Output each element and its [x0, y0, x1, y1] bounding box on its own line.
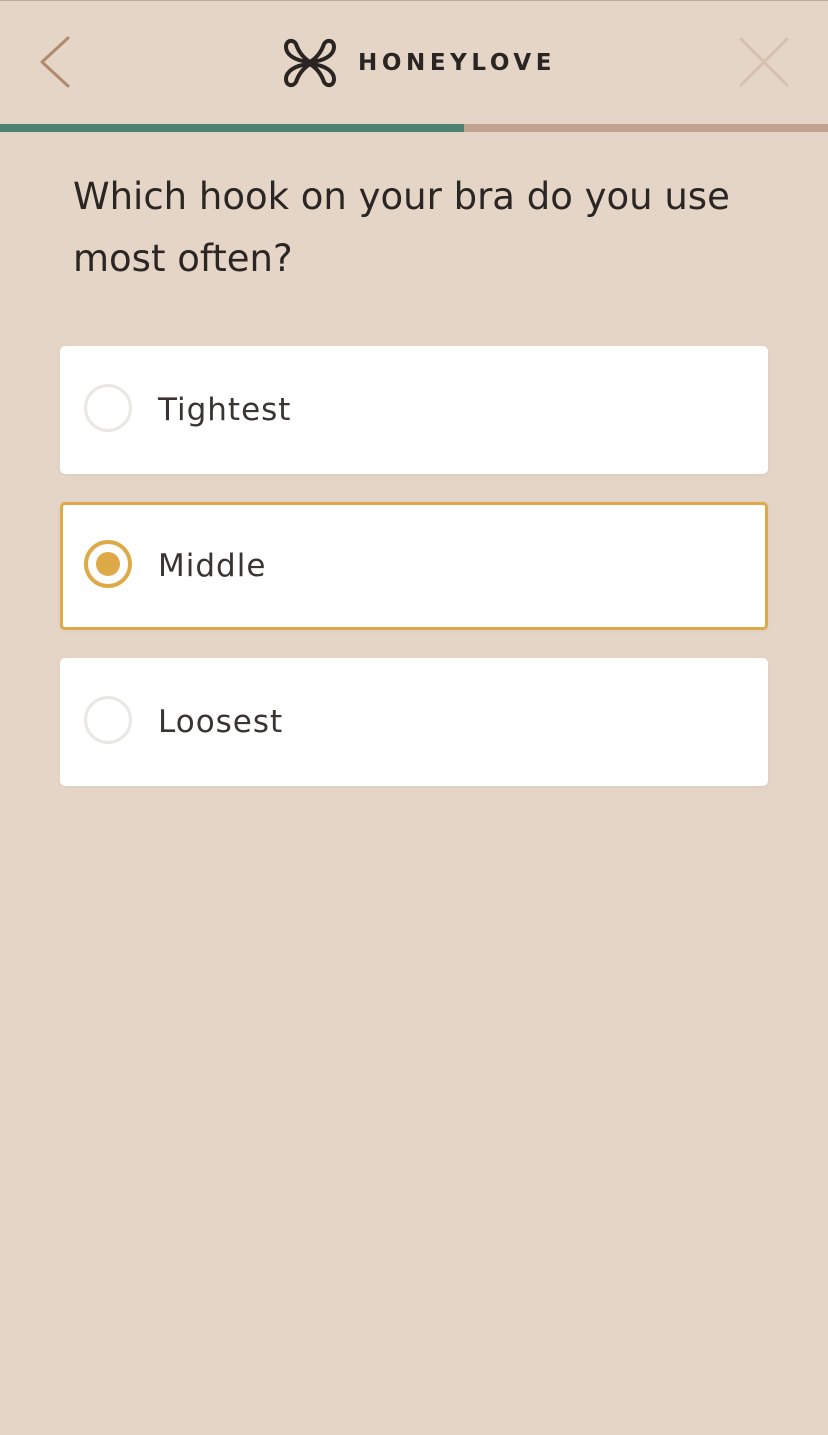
brand-logo: HONEYLOVE — [282, 36, 556, 90]
honeylove-logo-icon — [284, 38, 336, 88]
radio-selected-dot — [96, 552, 120, 576]
back-button[interactable] — [28, 32, 82, 92]
radio-button[interactable] — [84, 696, 132, 744]
progress-bar-fill — [0, 124, 464, 132]
option-label: Middle — [158, 548, 267, 584]
option-middle[interactable]: Middle — [60, 502, 768, 630]
question-title: Which hook on your bra do you use most o… — [73, 175, 730, 280]
option-label: Tightest — [158, 392, 292, 428]
header: HONEYLOVE — [0, 0, 828, 124]
chevron-left-icon — [40, 36, 70, 88]
brand-name: HONEYLOVE — [358, 50, 557, 76]
radio-button-selected[interactable] — [84, 540, 132, 588]
option-loosest[interactable]: Loosest — [60, 658, 768, 786]
radio-button[interactable] — [84, 384, 132, 432]
progress-bar — [0, 124, 828, 132]
close-button[interactable] — [734, 32, 794, 92]
option-label: Loosest — [158, 704, 284, 740]
option-tightest[interactable]: Tightest — [60, 346, 768, 474]
close-icon — [739, 37, 789, 87]
